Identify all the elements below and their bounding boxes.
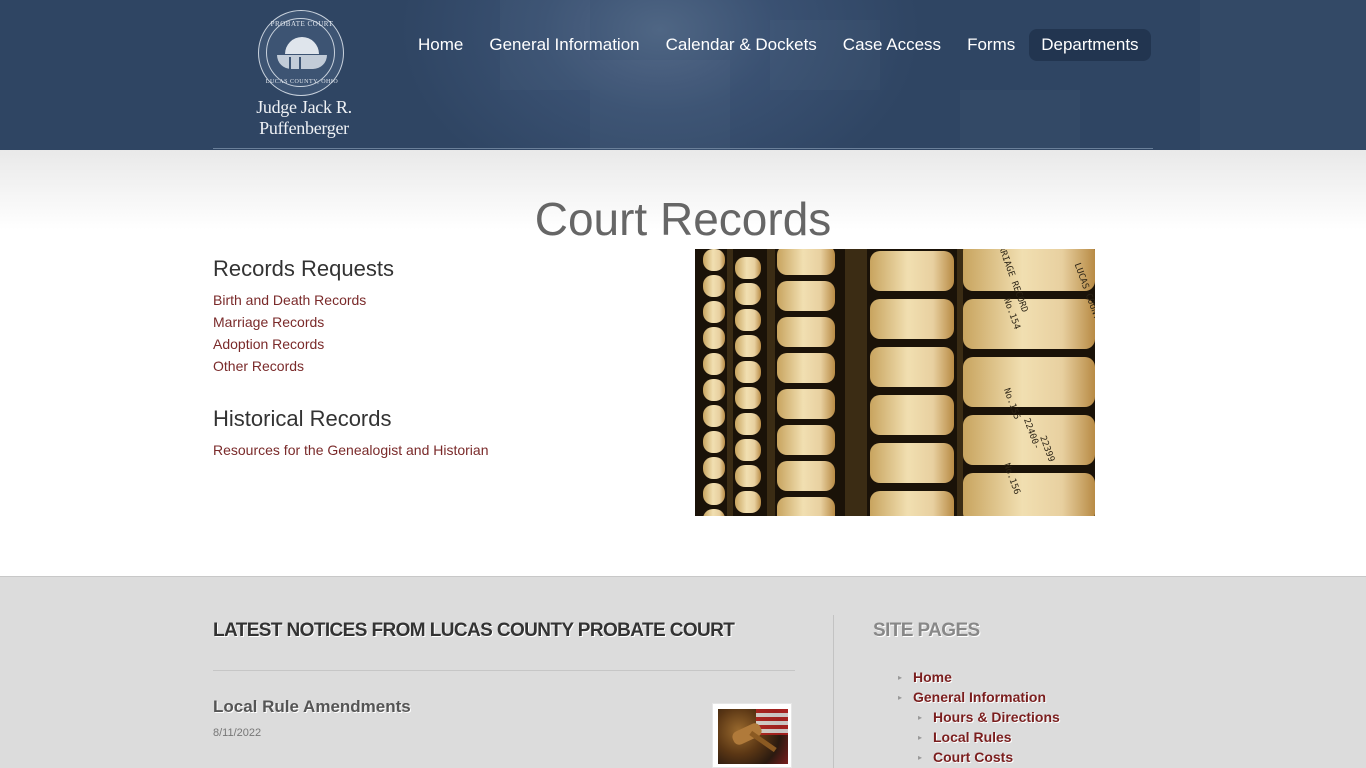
record-roll — [703, 249, 725, 271]
nav-forms[interactable]: Forms — [955, 29, 1027, 61]
record-roll — [703, 483, 725, 505]
historical-records-heading: Historical Records — [213, 406, 392, 431]
record-roll — [703, 431, 725, 453]
site-footer — [0, 576, 1366, 768]
seal-top-text: PROBATE COURT — [270, 20, 334, 28]
site-page-home[interactable]: Home — [913, 669, 952, 685]
seal-landscape — [277, 55, 327, 69]
record-roll — [870, 251, 954, 291]
record-roll — [870, 347, 954, 387]
record-roll — [703, 457, 725, 479]
seal-wheat-sheaf — [289, 57, 301, 69]
site-page-general-information[interactable]: General Information — [913, 689, 1046, 705]
notice-title-link[interactable]: Local Rule Amendments — [213, 697, 411, 717]
record-roll — [735, 439, 761, 461]
nav-departments[interactable]: Departments — [1029, 29, 1151, 61]
link-adoption-records[interactable]: Adoption Records — [213, 336, 324, 352]
judge-name: Judge Jack R. Puffenberger — [256, 97, 352, 138]
header-texture — [960, 90, 1080, 150]
record-roll — [735, 361, 761, 383]
record-roll — [703, 405, 725, 427]
link-birth-death-records[interactable]: Birth and Death Records — [213, 292, 366, 308]
bullet-arrow-icon: ▸ — [898, 693, 903, 702]
main-nav: Home General Information Calendar & Dock… — [406, 29, 1153, 61]
court-records-photo: No.154 No.155 No.156 LUCAS COUNTY MARRIAGE R… — [695, 249, 1095, 516]
notice-thumbnail[interactable] — [712, 703, 792, 768]
record-roll — [777, 353, 835, 383]
site-pages-heading: SITE PAGES — [873, 620, 980, 641]
gavel-icon — [730, 721, 764, 747]
nav-general-information[interactable]: General Information — [477, 29, 651, 61]
site-page-court-costs[interactable]: Court Costs — [933, 749, 1013, 765]
site-page-hours-directions[interactable]: Hours & Directions — [933, 709, 1060, 725]
link-other-records[interactable]: Other Records — [213, 358, 304, 374]
seal-bottom-text: LUCAS COUNTY, OHIO — [265, 79, 339, 85]
records-requests-heading: Records Requests — [213, 256, 394, 281]
notice-date: 8/11/2022 — [213, 727, 262, 739]
record-roll — [703, 353, 725, 375]
header-texture — [590, 60, 730, 150]
shelf-rail — [767, 249, 775, 516]
notices-divider — [213, 670, 795, 671]
header-texture — [1200, 0, 1366, 150]
bullet-arrow-icon: ▸ — [918, 753, 923, 762]
record-roll — [735, 491, 761, 513]
court-logo[interactable]: PROBATE COURT LUCAS COUNTY, OHIO Judge J… — [214, 8, 394, 138]
site-page-local-rules[interactable]: Local Rules — [933, 729, 1012, 745]
bullet-arrow-icon: ▸ — [918, 713, 923, 722]
nav-home[interactable]: Home — [406, 29, 475, 61]
record-roll — [963, 473, 1095, 516]
record-roll — [703, 275, 725, 297]
page-title: Court Records — [534, 193, 832, 245]
shelf-rail — [727, 249, 733, 516]
record-roll — [777, 389, 835, 419]
record-roll — [777, 317, 835, 347]
record-roll — [963, 299, 1095, 349]
header-divider — [213, 148, 1153, 149]
notices-heading: LATEST NOTICES FROM LUCAS COUNTY PROBATE… — [213, 620, 735, 641]
shelf-rail — [845, 249, 867, 516]
record-roll — [870, 491, 954, 516]
bullet-arrow-icon: ▸ — [918, 733, 923, 742]
record-roll — [703, 327, 725, 349]
record-roll — [703, 509, 725, 516]
bullet-arrow-icon: ▸ — [898, 673, 903, 682]
record-roll — [735, 335, 761, 357]
record-roll — [735, 387, 761, 409]
record-roll — [735, 413, 761, 435]
record-roll — [870, 443, 954, 483]
site-header — [0, 0, 1366, 150]
probate-court-seal-icon: PROBATE COURT LUCAS COUNTY, OHIO — [258, 10, 344, 96]
link-genealogist-resources[interactable]: Resources for the Genealogist and Histor… — [213, 442, 488, 458]
record-roll — [735, 309, 761, 331]
link-marriage-records[interactable]: Marriage Records — [213, 314, 324, 330]
record-roll — [703, 301, 725, 323]
gavel-flag-image — [718, 709, 788, 764]
record-roll — [735, 283, 761, 305]
record-roll — [963, 357, 1095, 407]
record-roll — [777, 281, 835, 311]
record-roll — [703, 379, 725, 401]
record-roll — [735, 465, 761, 487]
nav-case-access[interactable]: Case Access — [831, 29, 953, 61]
record-roll — [777, 461, 835, 491]
record-roll — [735, 257, 761, 279]
record-roll — [777, 425, 835, 455]
record-roll — [777, 497, 835, 516]
record-roll — [870, 395, 954, 435]
footer-column-divider — [833, 615, 834, 768]
record-roll — [870, 299, 954, 339]
nav-calendar-dockets[interactable]: Calendar & Dockets — [654, 29, 829, 61]
record-roll — [777, 249, 835, 275]
